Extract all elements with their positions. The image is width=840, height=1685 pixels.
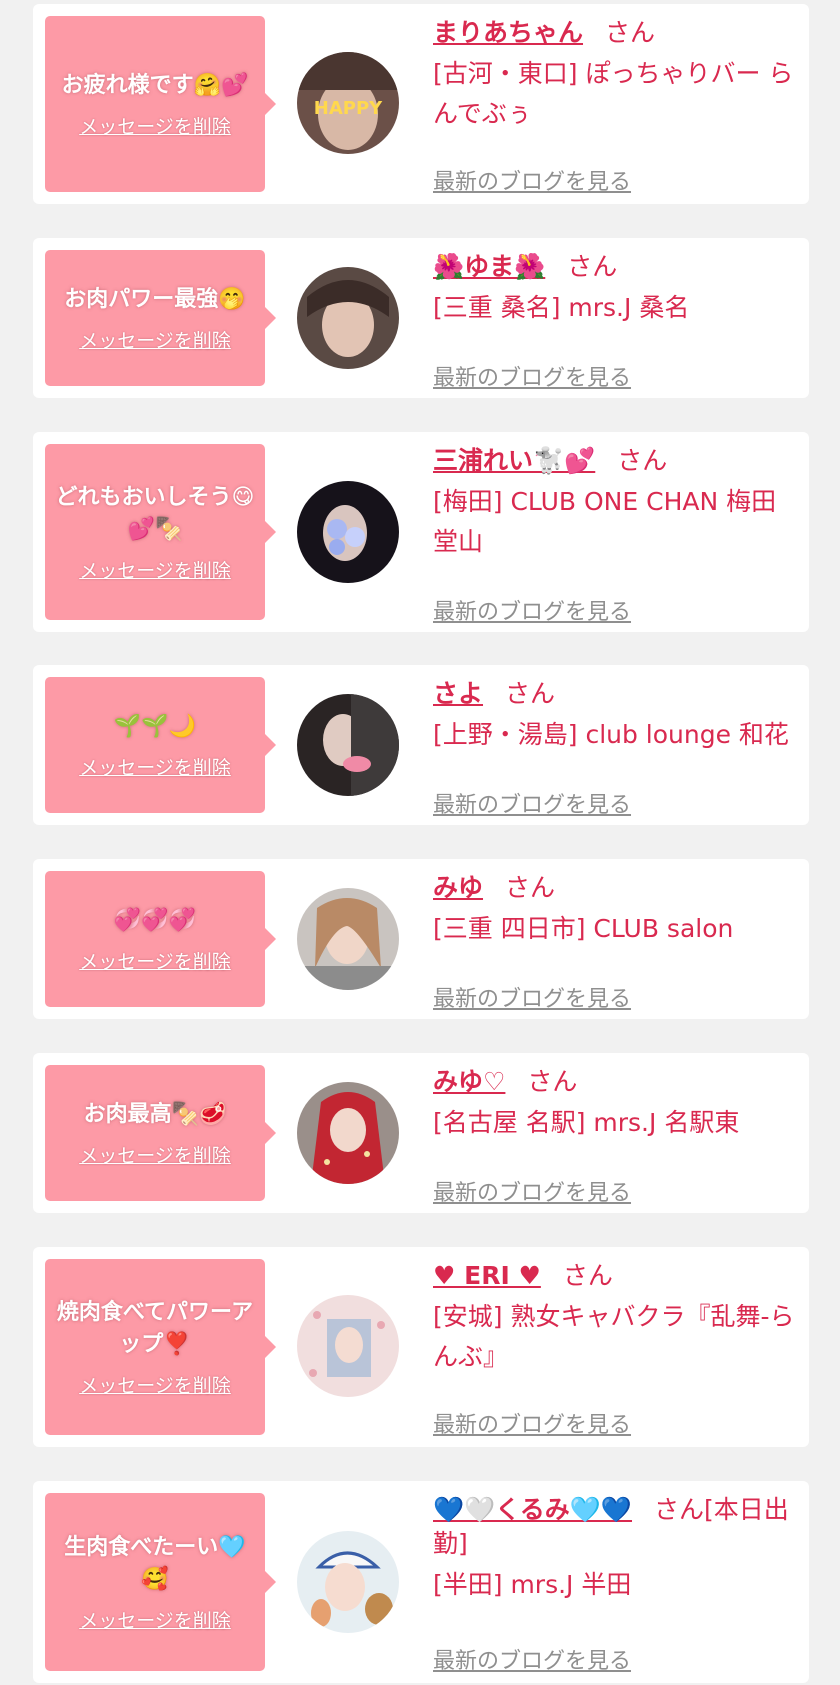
message-text: 焼肉食べてパワーアップ❣️ <box>56 1299 254 1357</box>
message-text: 💞💞💞 <box>113 907 197 933</box>
delete-message-link[interactable]: メッセージを削除 <box>79 1141 231 1168</box>
delete-message-link[interactable]: メッセージを削除 <box>79 112 231 139</box>
message-bubble: お肉パワー最強🤭 メッセージを削除 <box>45 250 276 386</box>
user-info: 💙🤍くるみ🩵💙 さん[本日出勤] [半田] mrs.J 半田 最新のブログを見る <box>433 1493 795 1674</box>
avatar-photo <box>297 267 399 369</box>
honorific: さん <box>527 1067 578 1096</box>
shop-name: [三重 桑名] mrs.J 桑名 <box>433 293 690 322</box>
delete-message-link[interactable]: メッセージを削除 <box>79 947 231 974</box>
list-item: 🌱🌱🌙 メッセージを削除 さよ さん [上野・湯島] club lounge 和花… <box>33 665 809 825</box>
name-row: みゆ♡ さん <box>433 1065 795 1099</box>
message-bubble: どれもおいしそう😋💕🍢 メッセージを削除 <box>45 444 276 620</box>
list-item: 焼肉食べてパワーアップ❣️ メッセージを削除 ♥ ERI ♥ さん [安城] 熟女… <box>33 1247 809 1447</box>
avatar[interactable] <box>297 267 399 369</box>
shop-name: [古河・東口] ぽっちゃりバー らんでぶぅ <box>433 59 794 128</box>
message-bubble: お肉最高🍢🥩 メッセージを削除 <box>45 1065 276 1201</box>
name-row: 🌺ゆま🌺 さん <box>433 250 795 284</box>
user-name-link[interactable]: 三浦れい🐩💕 <box>433 446 595 475</box>
blog-link[interactable]: 最新のブログを見る <box>433 1643 631 1675</box>
honorific: さん <box>505 873 556 902</box>
avatar[interactable] <box>297 1295 399 1397</box>
honorific: さん <box>562 1261 613 1290</box>
avatar-photo <box>297 481 399 583</box>
blog-link[interactable]: 最新のブログを見る <box>433 164 631 196</box>
shop-name: [三重 四日市] CLUB salon <box>433 914 734 943</box>
user-info: まりあちゃん さん [古河・東口] ぽっちゃりバー らんでぶぅ 最新のブログを見る <box>433 16 795 195</box>
delete-message-link[interactable]: メッセージを削除 <box>79 1371 231 1398</box>
name-row: 三浦れい🐩💕 さん <box>433 444 795 478</box>
message-text: 🌱🌱🌙 <box>113 713 197 739</box>
user-name-link[interactable]: みゆ♡ <box>433 1067 505 1096</box>
honorific: さん <box>617 446 668 475</box>
avatar[interactable] <box>297 888 399 990</box>
user-name-link[interactable]: さよ <box>433 679 483 708</box>
avatar[interactable]: HAPPY <box>297 52 399 154</box>
avatar[interactable] <box>297 1531 399 1633</box>
user-info: 三浦れい🐩💕 さん [梅田] CLUB ONE CHAN 梅田堂山 最新のブログを… <box>433 444 795 625</box>
avatar-photo <box>297 694 399 796</box>
avatar-photo: HAPPY <box>297 52 399 154</box>
name-row: ♥ ERI ♥ さん <box>433 1259 795 1293</box>
message-bubble: お疲れ様です🤗💕 メッセージを削除 <box>45 16 276 192</box>
avatar-photo <box>297 1082 399 1184</box>
message-text: お肉最高🍢🥩 <box>83 1101 227 1127</box>
name-row: まりあちゃん さん <box>433 16 795 50</box>
delete-message-link[interactable]: メッセージを削除 <box>79 556 231 583</box>
user-info: 🌺ゆま🌺 さん [三重 桑名] mrs.J 桑名 最新のブログを見る <box>433 250 795 391</box>
delete-message-link[interactable]: メッセージを削除 <box>79 326 231 353</box>
blog-link[interactable]: 最新のブログを見る <box>433 981 631 1013</box>
avatar-photo <box>297 1295 399 1397</box>
message-bubble: 🌱🌱🌙 メッセージを削除 <box>45 677 276 813</box>
user-info: みゆ♡ さん [名古屋 名駅] mrs.J 名駅東 最新のブログを見る <box>433 1065 795 1206</box>
blog-link[interactable]: 最新のブログを見る <box>433 1407 631 1439</box>
avatar-photo <box>297 888 399 990</box>
list-item: 💞💞💞 メッセージを削除 みゆ さん [三重 四日市] CLUB salon 最新… <box>33 859 809 1019</box>
user-info: ♥ ERI ♥ さん [安城] 熟女キャバクラ『乱舞-らんぶ』 最新のブログを見る <box>433 1259 795 1438</box>
user-name-link[interactable]: まりあちゃん <box>433 18 583 47</box>
user-info: みゆ さん [三重 四日市] CLUB salon 最新のブログを見る <box>433 871 795 1012</box>
user-info: さよ さん [上野・湯島] club lounge 和花 最新のブログを見る <box>433 677 795 818</box>
list-item: お肉パワー最強🤭 メッセージを削除 🌺ゆま🌺 さん [三重 桑名] mrs.J 桑… <box>33 238 809 398</box>
blog-link[interactable]: 最新のブログを見る <box>433 594 631 626</box>
avatar-photo <box>297 1531 399 1633</box>
shop-name: [梅田] CLUB ONE CHAN 梅田堂山 <box>433 487 777 556</box>
delete-message-link[interactable]: メッセージを削除 <box>79 753 231 780</box>
shop-name: [名古屋 名駅] mrs.J 名駅東 <box>433 1108 740 1137</box>
user-name-link[interactable]: 💙🤍くるみ🩵💙 <box>433 1495 632 1524</box>
message-text: どれもおいしそう😋💕🍢 <box>55 484 255 542</box>
user-name-link[interactable]: ♥ ERI ♥ <box>433 1261 541 1290</box>
honorific: さん <box>567 252 618 281</box>
honorific: さん <box>505 679 556 708</box>
user-name-link[interactable]: みゆ <box>433 873 483 902</box>
user-name-link[interactable]: 🌺ゆま🌺 <box>433 252 545 281</box>
message-bubble: 焼肉食べてパワーアップ❣️ メッセージを削除 <box>45 1259 276 1435</box>
blog-link[interactable]: 最新のブログを見る <box>433 360 631 392</box>
avatar[interactable] <box>297 694 399 796</box>
list-item: どれもおいしそう😋💕🍢 メッセージを削除 三浦れい🐩💕 さん [梅田] CLUB … <box>33 432 809 632</box>
message-list: お疲れ様です🤗💕 メッセージを削除 HAPPY まりあちゃん さん [古河・東口]… <box>0 0 840 1685</box>
name-row: さよ さん <box>433 677 795 711</box>
name-row: みゆ さん <box>433 871 795 905</box>
shop-name: [安城] 熟女キャバクラ『乱舞-らんぶ』 <box>433 1302 795 1371</box>
message-text: お疲れ様です🤗💕 <box>61 72 249 98</box>
message-text: お肉パワー最強🤭 <box>64 286 246 312</box>
blog-link[interactable]: 最新のブログを見る <box>433 1175 631 1207</box>
message-text: 生肉食べたーい🩵🥰 <box>64 1534 246 1592</box>
list-item: 生肉食べたーい🩵🥰 メッセージを削除 💙🤍くるみ🩵💙 さん[本日出勤] [半田] … <box>33 1481 809 1683</box>
svg-text:HAPPY: HAPPY <box>314 98 383 119</box>
shop-name: [半田] mrs.J 半田 <box>433 1570 632 1599</box>
shop-name: [上野・湯島] club lounge 和花 <box>433 720 789 749</box>
list-item: お肉最高🍢🥩 メッセージを削除 みゆ♡ さん [名古屋 名駅] mrs.J 名駅東… <box>33 1053 809 1213</box>
name-row: 💙🤍くるみ🩵💙 さん[本日出勤] <box>433 1493 795 1561</box>
list-item: お疲れ様です🤗💕 メッセージを削除 HAPPY まりあちゃん さん [古河・東口]… <box>33 4 809 204</box>
message-bubble: 生肉食べたーい🩵🥰 メッセージを削除 <box>45 1493 276 1671</box>
blog-link[interactable]: 最新のブログを見る <box>433 787 631 819</box>
honorific: さん <box>605 18 656 47</box>
avatar[interactable] <box>297 481 399 583</box>
avatar[interactable] <box>297 1082 399 1184</box>
delete-message-link[interactable]: メッセージを削除 <box>79 1606 231 1633</box>
message-bubble: 💞💞💞 メッセージを削除 <box>45 871 276 1007</box>
